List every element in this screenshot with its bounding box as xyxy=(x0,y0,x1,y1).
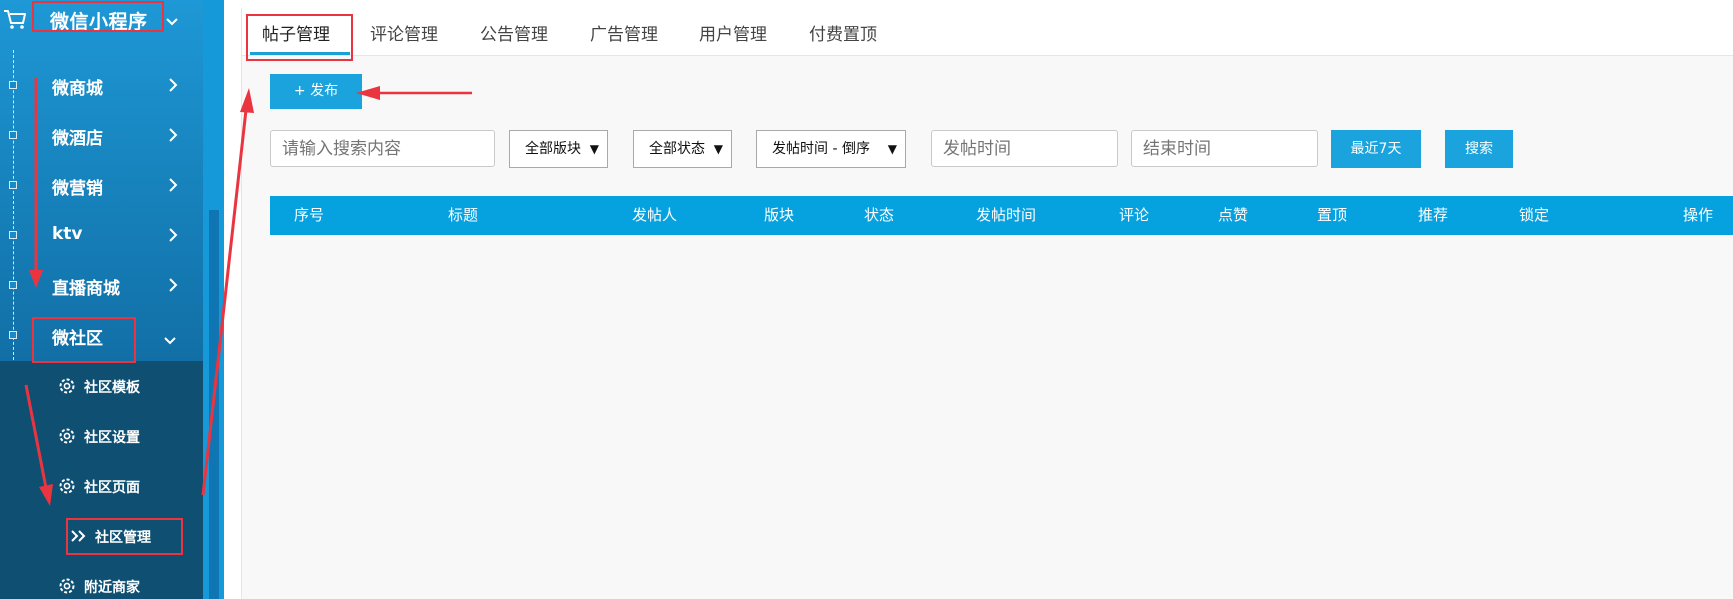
gear-icon xyxy=(57,476,77,500)
sidebar-item-label: 直播商城 xyxy=(52,279,120,299)
double-chevron-right-icon xyxy=(70,528,88,547)
tab-ads[interactable]: 广告管理 xyxy=(590,20,658,45)
chevron-right-icon xyxy=(168,127,178,147)
tab-comments[interactable]: 评论管理 xyxy=(370,20,438,45)
tree-node-icon xyxy=(9,231,17,239)
tree-node-icon xyxy=(9,331,17,339)
column-header-section: 版块 xyxy=(764,206,795,224)
tab-posts[interactable]: 帖子管理 xyxy=(262,20,330,45)
sidebar-item-label: ktv xyxy=(52,224,83,244)
end-time-input[interactable] xyxy=(1131,130,1318,167)
sidebar-item-hotel[interactable]: 微酒店 xyxy=(0,113,203,159)
sidebar-header[interactable]: 微信小程序 xyxy=(0,0,203,42)
sidebar-title: 微信小程序 xyxy=(50,11,148,33)
sidebar-item-label: 微营销 xyxy=(52,179,103,199)
start-time-input[interactable] xyxy=(931,130,1118,167)
cart-icon xyxy=(3,8,27,34)
sidebar: 微信小程序 微商城 微酒店 微营销 ktv 直播商城 微社区 社区模板 社区设置… xyxy=(0,0,204,599)
sidebar-item-marketing[interactable]: 微营销 xyxy=(0,163,203,209)
tree-node-icon xyxy=(9,281,17,289)
publish-button[interactable]: + 发布 xyxy=(270,74,362,109)
chevron-right-icon xyxy=(168,177,178,197)
last-7-days-button[interactable]: 最近7天 xyxy=(1331,130,1421,168)
column-header-pinned: 置顶 xyxy=(1317,206,1348,224)
submenu-item-community-management[interactable]: 社区管理 xyxy=(0,513,203,559)
column-header-index: 序号 xyxy=(294,206,325,224)
search-input[interactable] xyxy=(270,130,495,167)
tree-node-icon xyxy=(9,131,17,139)
section-select[interactable]: 全部版块 ▼ xyxy=(509,130,608,168)
main-content: 帖子管理 评论管理 公告管理 广告管理 用户管理 付费置顶 + 发布 全部版块 … xyxy=(241,8,1733,599)
tree-node-icon xyxy=(9,81,17,89)
dropdown-arrow-icon: ▼ xyxy=(713,142,723,156)
sidebar-item-mall[interactable]: 微商城 xyxy=(0,63,203,109)
column-header-likes: 点赞 xyxy=(1218,206,1249,224)
tab-bar: 帖子管理 评论管理 公告管理 广告管理 用户管理 付费置顶 xyxy=(242,8,1733,56)
submenu-item-label: 社区管理 xyxy=(95,530,151,546)
chevron-right-icon xyxy=(168,277,178,297)
column-header-title: 标题 xyxy=(448,206,479,224)
column-header-actions: 操作 xyxy=(1683,206,1714,224)
section-select-value: 全部版块 xyxy=(525,141,581,157)
chevron-right-icon xyxy=(168,227,178,247)
sidebar-item-live-mall[interactable]: 直播商城 xyxy=(0,263,203,309)
column-header-post-time: 发帖时间 xyxy=(976,206,1037,224)
status-select-value: 全部状态 xyxy=(649,141,705,157)
submenu-item-community-settings[interactable]: 社区设置 xyxy=(0,413,203,459)
tree-node-icon xyxy=(9,181,17,189)
column-header-recommended: 推荐 xyxy=(1418,206,1449,224)
sidebar-item-label: 微商城 xyxy=(52,79,103,99)
sidebar-item-community[interactable]: 微社区 xyxy=(0,313,203,359)
chevron-down-icon xyxy=(165,12,179,31)
status-select[interactable]: 全部状态 ▼ xyxy=(633,130,732,168)
submenu-item-label: 社区设置 xyxy=(84,430,140,446)
column-header-status: 状态 xyxy=(864,206,895,224)
submenu-item-label: 社区模板 xyxy=(84,380,140,396)
column-header-locked: 锁定 xyxy=(1519,206,1550,224)
tab-users[interactable]: 用户管理 xyxy=(699,20,767,45)
sidebar-item-ktv[interactable]: ktv xyxy=(0,213,203,259)
chevron-right-icon xyxy=(168,77,178,97)
column-header-author: 发帖人 xyxy=(632,206,678,224)
gear-icon xyxy=(57,426,77,450)
chevron-down-icon xyxy=(163,331,177,350)
submenu-item-nearby-merchants[interactable]: 附近商家 xyxy=(0,563,203,599)
dropdown-arrow-icon: ▼ xyxy=(887,142,897,156)
sidebar-item-label: 微社区 xyxy=(52,329,103,349)
sort-select[interactable]: 发帖时间 - 倒序 ▼ xyxy=(756,130,906,168)
submenu-item-label: 附近商家 xyxy=(84,580,140,596)
table-header: 序号 标题 发帖人 版块 状态 发帖时间 评论 点赞 置顶 推荐 锁定 操作 xyxy=(270,196,1733,235)
active-tab-indicator xyxy=(250,52,350,55)
search-button[interactable]: 搜索 xyxy=(1445,130,1513,168)
submenu-item-community-pages[interactable]: 社区页面 xyxy=(0,463,203,509)
gear-icon xyxy=(57,576,77,599)
scrollbar-thumb[interactable] xyxy=(209,210,219,599)
sort-select-value: 发帖时间 - 倒序 xyxy=(772,141,870,157)
column-header-comments: 评论 xyxy=(1119,206,1150,224)
dropdown-arrow-icon: ▼ xyxy=(589,142,599,156)
sidebar-item-label: 微酒店 xyxy=(52,129,103,149)
submenu-item-community-template[interactable]: 社区模板 xyxy=(0,363,203,409)
tab-paid-top[interactable]: 付费置顶 xyxy=(809,20,877,45)
tab-announcements[interactable]: 公告管理 xyxy=(480,20,548,45)
gear-icon xyxy=(57,376,77,400)
submenu-item-label: 社区页面 xyxy=(84,480,140,496)
